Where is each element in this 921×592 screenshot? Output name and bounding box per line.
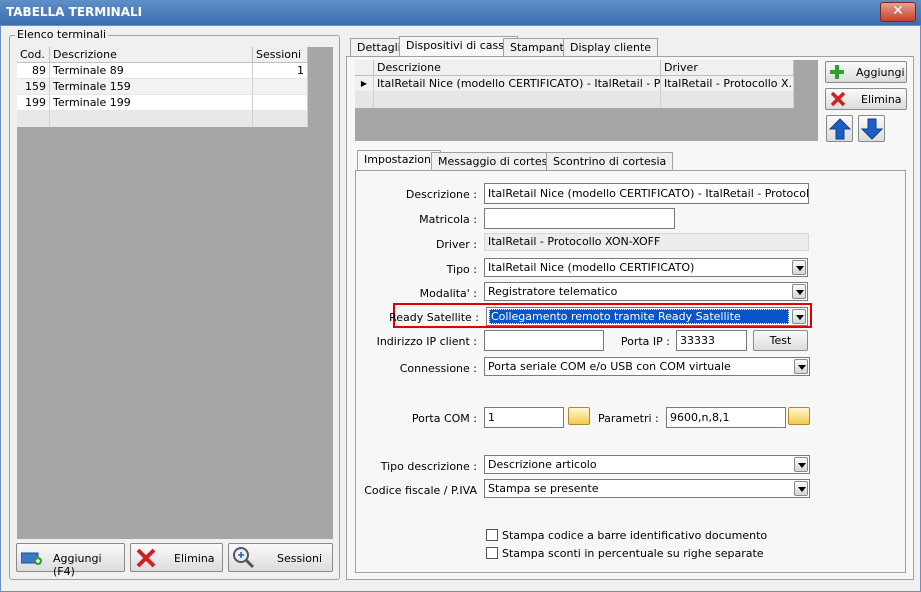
ip-client-label: Indirizzo IP client : bbox=[376, 335, 477, 348]
col-header-cod[interactable]: Cod. bbox=[17, 47, 50, 63]
table-row-sessioni[interactable] bbox=[253, 95, 308, 111]
tab-impostazioni[interactable]: Impostazioni bbox=[357, 150, 442, 171]
chevron-down-icon[interactable] bbox=[792, 309, 806, 324]
codice-fiscale-select-value: Stampa se presente bbox=[488, 482, 599, 495]
chevron-down-icon[interactable] bbox=[794, 457, 808, 472]
connessione-label: Connessione : bbox=[399, 362, 477, 375]
col-header-sessioni[interactable]: Sessioni bbox=[253, 47, 308, 63]
folder-icon[interactable] bbox=[568, 407, 590, 425]
table-row-new-descrizione[interactable] bbox=[50, 111, 253, 127]
table-row-cod[interactable]: 89 bbox=[17, 63, 50, 79]
add-terminal-icon bbox=[20, 551, 43, 568]
ready-satellite-select[interactable]: Collegamento remoto tramite Ready Satell… bbox=[486, 307, 808, 326]
arrow-down-icon bbox=[860, 118, 884, 143]
delete-device-label: Elimina bbox=[861, 93, 902, 106]
table-row-new-cod[interactable] bbox=[17, 111, 50, 127]
add-device-button[interactable]: Aggiungi bbox=[825, 61, 907, 83]
discount-checkbox-label[interactable]: Stampa sconti in percentuale su righe se… bbox=[502, 547, 764, 560]
add-terminal-label: Aggiungi (F4) bbox=[53, 552, 102, 578]
table-row-sessioni[interactable]: 1 bbox=[253, 63, 308, 79]
tipo-descrizione-label: Tipo descrizione : bbox=[380, 460, 477, 473]
move-down-button[interactable] bbox=[858, 115, 885, 142]
connessione-select-value: Porta seriale COM e/o USB con COM virtua… bbox=[488, 360, 731, 373]
col-header-descrizione[interactable]: Descrizione bbox=[50, 47, 253, 63]
terminals-grid[interactable]: Cod. Descrizione Sessioni 89 Terminale 8… bbox=[17, 47, 333, 539]
plus-icon bbox=[829, 64, 845, 83]
table-row-descrizione[interactable]: Terminale 199 bbox=[50, 95, 253, 111]
matricola-label: Matricola : bbox=[419, 213, 477, 226]
descrizione-label: Descrizione : bbox=[405, 188, 477, 201]
arrow-up-icon bbox=[828, 118, 852, 143]
sessions-label: Sessioni bbox=[277, 552, 323, 565]
porta-ip-field[interactable]: 33333 bbox=[676, 330, 747, 351]
table-row-new[interactable] bbox=[661, 92, 794, 108]
window-title: TABELLA TERMINALI bbox=[6, 5, 143, 19]
chevron-down-icon[interactable] bbox=[792, 284, 806, 299]
discount-checkbox[interactable] bbox=[486, 547, 498, 559]
tipo-label: Tipo : bbox=[446, 263, 477, 276]
table-row-descrizione[interactable]: Terminale 159 bbox=[50, 79, 253, 95]
table-row-cod[interactable]: 159 bbox=[17, 79, 50, 95]
row-indicator: ▶ bbox=[355, 76, 374, 92]
table-row-descrizione[interactable]: Terminale 89 bbox=[50, 63, 253, 79]
delete-icon bbox=[135, 547, 157, 572]
connessione-select[interactable]: Porta seriale COM e/o USB con COM virtua… bbox=[484, 357, 810, 376]
codice-fiscale-select[interactable]: Stampa se presente bbox=[484, 479, 810, 498]
chevron-down-icon[interactable] bbox=[794, 359, 808, 374]
move-up-button[interactable] bbox=[826, 115, 853, 142]
magnifier-icon bbox=[232, 546, 256, 573]
table-row-new[interactable] bbox=[374, 92, 661, 108]
parametri-field[interactable]: 9600,n,8,1 bbox=[666, 407, 786, 428]
sessions-button[interactable]: Sessioni bbox=[228, 543, 333, 572]
tab-dispositivi-di-cassa[interactable]: Dispositivi di cassa bbox=[399, 36, 518, 57]
porta-com-field[interactable]: 1 bbox=[484, 407, 564, 428]
close-button[interactable]: ✕ bbox=[880, 2, 916, 22]
row-indicator-new bbox=[355, 92, 374, 108]
modalita-select[interactable]: Registratore telematico bbox=[484, 282, 808, 301]
table-row-driver[interactable]: ItalRetail - Protocollo X... bbox=[661, 76, 794, 92]
chevron-down-icon[interactable] bbox=[794, 481, 808, 496]
tipo-select[interactable]: ItalRetail Nice (modello CERTIFICATO) bbox=[484, 258, 808, 277]
modalita-label: Modalita' : bbox=[419, 287, 477, 300]
folder-icon[interactable] bbox=[788, 407, 810, 425]
driver-value: ItalRetail - Protocollo XON-XOFF bbox=[484, 233, 809, 251]
delete-icon bbox=[830, 91, 846, 110]
modalita-select-value: Registratore telematico bbox=[488, 285, 618, 298]
devices-grid[interactable]: Descrizione Driver ▶ ItalRetail Nice (mo… bbox=[355, 60, 818, 141]
driver-label: Driver : bbox=[435, 238, 477, 251]
add-terminal-button[interactable]: Aggiungi (F4) bbox=[16, 543, 125, 578]
descrizione-field[interactable]: ItalRetail Nice (modello CERTIFICATO) - … bbox=[484, 183, 809, 204]
col-header-descrizione[interactable]: Descrizione bbox=[374, 60, 661, 76]
table-row-new-sessioni[interactable] bbox=[253, 111, 308, 127]
add-device-label: Aggiungi bbox=[856, 66, 905, 79]
chevron-down-icon[interactable] bbox=[792, 260, 806, 275]
tipo-descrizione-select-value: Descrizione articolo bbox=[488, 458, 597, 471]
delete-terminal-label: Elimina bbox=[174, 552, 215, 565]
tipo-select-value: ItalRetail Nice (modello CERTIFICATO) bbox=[488, 261, 695, 274]
porta-com-label: Porta COM : bbox=[411, 412, 477, 425]
barcode-checkbox-label[interactable]: Stampa codice a barre identificativo doc… bbox=[502, 529, 767, 542]
table-row-sessioni[interactable] bbox=[253, 79, 308, 95]
matricola-field[interactable] bbox=[484, 208, 675, 229]
codice-fiscale-label: Codice fiscale / P.IVA bbox=[364, 484, 477, 497]
test-button[interactable]: Test bbox=[753, 330, 808, 351]
tipo-descrizione-select[interactable]: Descrizione articolo bbox=[484, 455, 810, 474]
ready-satellite-label: Ready Satellite : bbox=[389, 311, 479, 324]
row-indicator-header bbox=[355, 60, 374, 76]
parametri-label: Parametri : bbox=[598, 412, 659, 425]
table-row-descrizione[interactable]: ItalRetail Nice (modello CERTIFICATO) - … bbox=[374, 76, 661, 92]
ip-client-field[interactable] bbox=[484, 330, 604, 351]
col-header-driver[interactable]: Driver bbox=[661, 60, 794, 76]
delete-device-button[interactable]: Elimina bbox=[825, 88, 907, 110]
ready-satellite-select-value: Collegamento remoto tramite Ready Satell… bbox=[489, 309, 789, 324]
tab-messaggio-di-cortesia[interactable]: Messaggio di cortesia bbox=[431, 152, 565, 171]
table-row-cod[interactable]: 199 bbox=[17, 95, 50, 111]
terminals-group-label: Elenco terminali bbox=[15, 28, 109, 41]
tab-scontrino-di-cortesia[interactable]: Scontrino di cortesia bbox=[546, 152, 674, 171]
delete-terminal-button[interactable]: Elimina bbox=[130, 543, 223, 572]
porta-ip-label: Porta IP : bbox=[620, 335, 670, 348]
tab-display-cliente[interactable]: Display cliente bbox=[563, 38, 659, 57]
barcode-checkbox[interactable] bbox=[486, 529, 498, 541]
